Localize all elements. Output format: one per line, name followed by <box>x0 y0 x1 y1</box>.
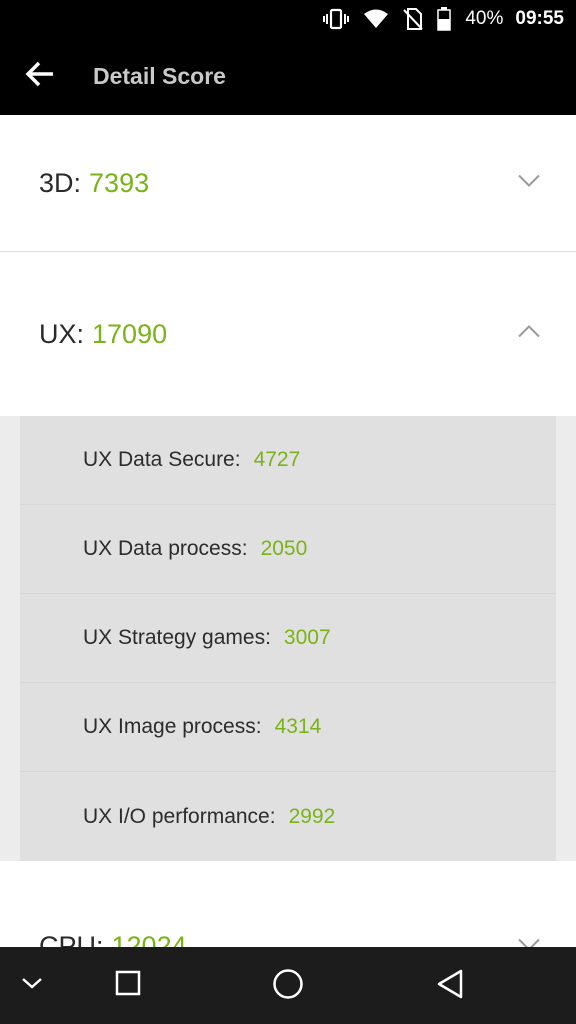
section-3d-header[interactable]: 3D: 7393 <box>0 115 576 251</box>
vibrate-icon <box>323 8 350 30</box>
battery-percent: 40% <box>465 8 504 29</box>
no-sim-icon <box>403 8 424 30</box>
home-button[interactable] <box>266 964 310 1008</box>
subscore-label: UX I/O performance: <box>83 804 276 828</box>
recents-button[interactable] <box>108 965 148 1005</box>
subscore-value: 4727 <box>253 448 301 471</box>
chevron-down-icon <box>21 976 43 995</box>
chevron-up-icon <box>518 325 540 344</box>
wifi-icon <box>363 9 389 29</box>
back-nav-button[interactable] <box>428 964 472 1008</box>
section-ux-score: 17090 <box>92 318 168 349</box>
list-item: UX Strategy games: 3007 <box>20 594 556 683</box>
list-item: UX Data Secure: 4727 <box>20 416 556 505</box>
section-cpu-label: CPU: <box>39 931 104 947</box>
status-bar: 40% 09:55 <box>0 0 576 38</box>
navigation-bar <box>0 947 576 1024</box>
list-item: UX Data process: 2050 <box>20 505 556 594</box>
clock: 09:55 <box>515 8 564 29</box>
chevron-down-icon <box>518 938 540 947</box>
section-ux-label: UX: <box>39 318 85 349</box>
home-circle-icon <box>272 968 304 1005</box>
subscore-value: 3007 <box>283 626 331 649</box>
section-3d-label: 3D: <box>39 167 82 198</box>
battery-icon <box>437 7 452 31</box>
section-ux-header[interactable]: UX: 17090 <box>0 252 576 416</box>
subscore-value: 2992 <box>288 804 336 828</box>
hide-nav-button[interactable] <box>14 967 50 1003</box>
subscore-label: UX Strategy games: <box>83 626 271 649</box>
subscore-label: UX Data process: <box>83 537 248 560</box>
arrow-back-icon <box>25 60 55 93</box>
list-item: UX Image process: 4314 <box>20 683 556 772</box>
subscore-label: UX Image process: <box>83 715 262 738</box>
chevron-down-icon <box>518 174 540 193</box>
recents-square-icon <box>115 970 141 1001</box>
back-triangle-icon <box>436 968 464 1005</box>
list-item: UX I/O performance: 2992 <box>20 772 556 861</box>
section-3d-score: 7393 <box>89 167 150 198</box>
app-bar: Detail Score <box>0 38 576 115</box>
back-button[interactable] <box>0 38 80 115</box>
section-cpu-header[interactable]: CPU: 12024 <box>0 861 576 947</box>
subscore-value: 4314 <box>274 715 322 738</box>
section-cpu-score: 12024 <box>111 931 187 947</box>
ux-subscores: UX Data Secure: 4727 UX Data process: 20… <box>0 416 576 861</box>
score-list: 3D: 7393 UX: 17090 UX Data Secure: 4727 … <box>0 115 576 947</box>
subscore-label: UX Data Secure: <box>83 448 241 471</box>
subscore-value: 2050 <box>260 537 308 560</box>
page-title: Detail Score <box>93 63 226 89</box>
